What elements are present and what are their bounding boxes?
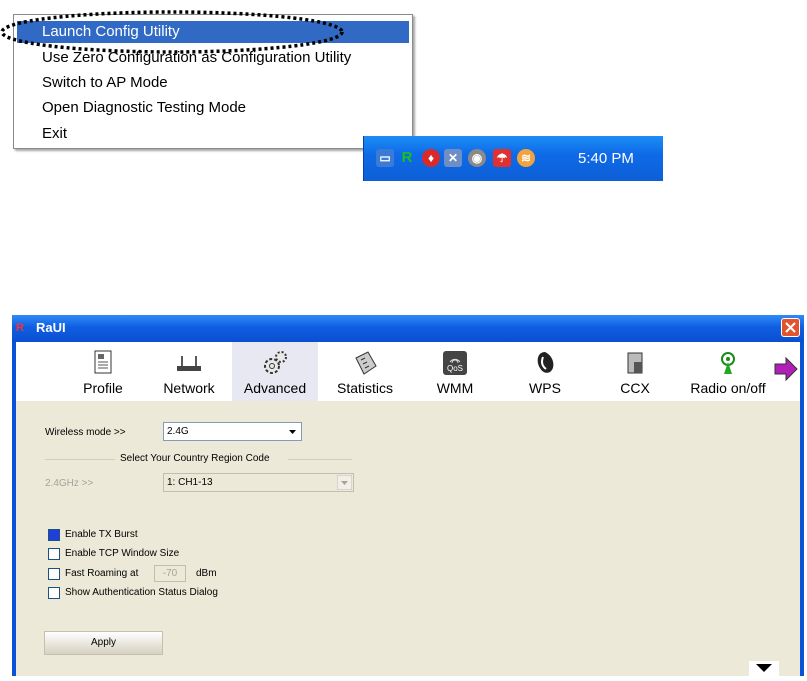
country-group-title: Select Your Country Region Code [120,453,270,464]
wireless-icon[interactable]: ≋ [517,149,535,167]
close-icon [785,322,796,333]
app-r-icon[interactable]: R [398,149,416,167]
chevron-down-icon [285,424,300,439]
wireless-mode-value: 2.4G [167,426,189,437]
tab-label: WMM [436,380,474,396]
tcp-window-checkbox[interactable] [48,548,60,560]
tab-label: Radio on/off [690,380,766,396]
tab-label: Statistics [336,380,393,396]
antivirus-icon[interactable]: ☂ [493,149,511,167]
network-router-icon [177,356,201,371]
svg-text:QoS: QoS [447,364,463,373]
tcp-window-label: Enable TCP Window Size [65,548,180,559]
fast-roaming-unit: dBm [196,568,217,579]
auth-dialog-checkbox[interactable] [48,587,60,599]
group-line-right [288,459,352,460]
tx-burst-label: Enable TX Burst [65,529,138,540]
gears-icon [264,351,287,374]
triangle-down-icon [756,664,772,672]
fast-roaming-label: Fast Roaming at [65,568,139,579]
profile-icon [94,350,112,374]
taskbar-clock[interactable]: 5:40 PM [578,150,634,167]
raui-window: R RaUI Profile Network Advanced Statisti… [12,315,804,676]
menu-item-exit[interactable]: Exit [17,123,409,145]
shield-icon[interactable]: ♦ [422,149,440,167]
network-disconnected-icon[interactable]: ✕ [444,149,462,167]
tab-label: CCX [620,380,650,396]
window-title: RaUI [36,320,66,335]
tab-network[interactable]: Network [146,342,232,401]
tab-label: Profile [83,380,123,396]
fast-roaming-checkbox[interactable] [48,568,60,580]
network-icon[interactable]: ▭ [376,149,394,167]
raui-logo-icon: R [16,322,24,334]
fast-roaming-threshold-input[interactable]: -70 [154,565,186,582]
qos-icon: QoS [443,351,467,375]
toolbar: Profile Network Advanced Statistics QoS … [16,342,800,401]
title-bar[interactable]: R RaUI [12,315,804,342]
tx-burst-checkbox[interactable] [48,529,60,541]
highlight-ellipse [0,10,344,54]
apply-button[interactable]: Apply [44,631,163,655]
tab-wps[interactable]: WPS [502,342,588,401]
chevron-down-icon [337,475,352,490]
calculator-icon [355,351,377,375]
system-tray: ▭ R ♦ ✕ ◉ ☂ ≋ 5:40 PM [363,136,663,181]
auth-dialog-label: Show Authentication Status Dialog [65,587,218,598]
band-label: 2.4GHz >> [45,478,94,489]
country-region-value: 1: CH1-13 [167,477,213,488]
tab-statistics[interactable]: Statistics [322,342,408,401]
tab-wmm[interactable]: QoS WMM [412,342,498,401]
tab-label: Network [163,380,215,396]
wireless-mode-label: Wireless mode >> [45,427,126,438]
tab-profile[interactable]: Profile [60,342,146,401]
scroll-down-button[interactable] [749,661,779,676]
wps-icon [537,352,554,373]
radio-icon [721,352,735,374]
tab-label: WPS [529,380,561,396]
taskbar: ▭ R ♦ ✕ ◉ ☂ ≋ 5:40 PM [363,136,663,181]
menu-item-ap-mode[interactable]: Switch to AP Mode [17,72,409,94]
close-button[interactable] [781,318,800,337]
tab-advanced[interactable]: Advanced [232,342,318,401]
tab-ccx[interactable]: CCX [592,342,678,401]
advanced-panel: Wireless mode >> 2.4G Select Your Countr… [16,401,800,676]
next-arrow-icon[interactable] [774,356,798,382]
tab-radio[interactable]: Radio on/off [680,342,776,401]
group-line-left [45,459,115,460]
country-region-select[interactable]: 1: CH1-13 [163,473,354,492]
tab-label: Advanced [243,380,307,396]
ccx-icon [627,352,643,374]
speaker-icon[interactable]: ◉ [468,149,486,167]
wireless-mode-select[interactable]: 2.4G [163,422,302,441]
menu-item-diagnostic-mode[interactable]: Open Diagnostic Testing Mode [17,97,409,119]
